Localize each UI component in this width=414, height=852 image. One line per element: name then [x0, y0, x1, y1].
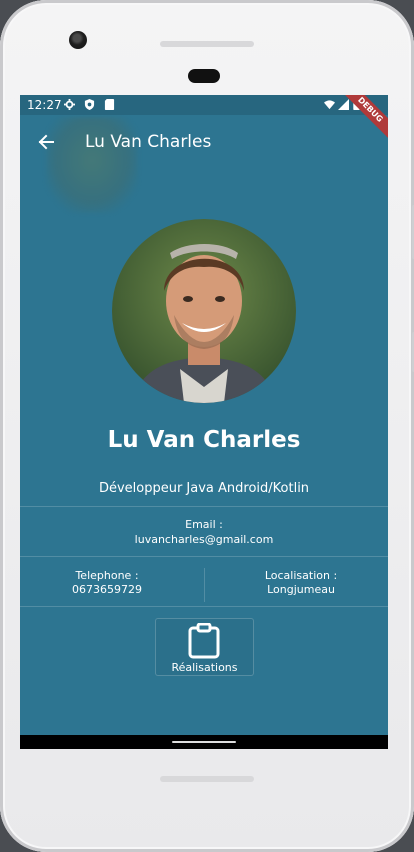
wifi-icon — [324, 100, 335, 110]
status-bar: 12:27 DEBUG — [20, 95, 388, 144]
realisations-label: Réalisations — [171, 661, 238, 674]
location-value: Longjumeau — [267, 583, 335, 596]
front-camera — [69, 31, 87, 49]
divider — [20, 556, 388, 557]
divider — [20, 606, 388, 607]
earpiece — [188, 69, 220, 83]
sd-card-icon — [104, 99, 115, 110]
signal-icon — [338, 99, 349, 110]
app-bar: Lu Van Charles — [20, 115, 388, 169]
navigation-bar — [20, 735, 388, 749]
profile-job-title: Développeur Java Android/Kotlin — [98, 481, 310, 496]
settings-icon — [64, 99, 75, 110]
phone-value[interactable]: 0673659729 — [20, 583, 194, 596]
phone-label: Telephone : — [75, 569, 139, 582]
divider — [20, 506, 388, 507]
status-time: 12:27 — [27, 98, 62, 112]
clipboard-icon — [188, 623, 220, 659]
phone-frame: 12:27 DEBUG Lu Van Charles Lu Van Charle… — [0, 0, 414, 852]
shield-icon — [84, 99, 95, 110]
vertical-divider — [204, 568, 205, 602]
home-handle[interactable] — [172, 741, 236, 743]
profile-avatar — [112, 219, 296, 403]
bottom-speaker — [160, 776, 254, 782]
back-arrow-icon[interactable] — [36, 132, 56, 152]
profile-name: Lu Van Charles — [107, 427, 301, 453]
location-label: Localisation : — [264, 569, 338, 582]
email-value[interactable]: luvancharles@gmail.com — [20, 533, 388, 546]
screen: 12:27 DEBUG Lu Van Charles Lu Van Charle… — [20, 95, 388, 749]
app-bar-title: Lu Van Charles — [85, 132, 212, 152]
top-speaker — [160, 41, 254, 47]
realisations-button[interactable]: Réalisations — [155, 618, 254, 676]
email-label: Email : — [185, 518, 223, 531]
